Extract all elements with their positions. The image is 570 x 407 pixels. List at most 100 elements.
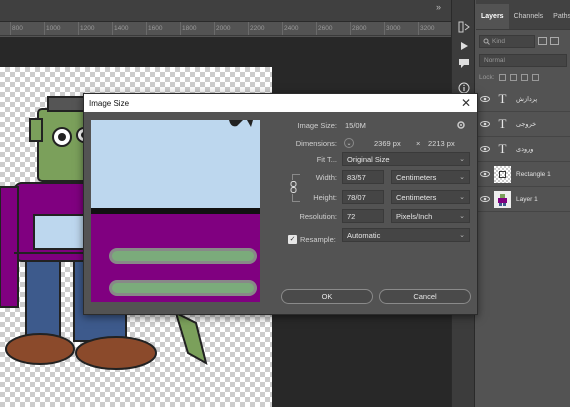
ruler-tick-label: 2400 xyxy=(284,25,299,32)
resolution-input[interactable]: 72 xyxy=(342,209,384,223)
visibility-eye-icon[interactable] xyxy=(476,196,494,202)
ruler-tick-mark xyxy=(78,22,79,35)
ruler-tick-label: 1000 xyxy=(46,25,61,32)
width-input[interactable]: 83/57 xyxy=(342,170,384,184)
close-icon[interactable]: ✕ xyxy=(461,96,471,110)
resample-label: Resample: xyxy=(300,235,336,244)
ruler-tick-label: 3200 xyxy=(420,25,435,32)
collapse-panels-icon[interactable]: » xyxy=(436,2,441,12)
image-size-dialog: Image Size ✕ Image Size: 15/0M Dimension… xyxy=(83,93,478,315)
ruler-tick-mark xyxy=(384,22,385,35)
fit-to-value: Original Size xyxy=(347,154,390,164)
layer-name: پردازش xyxy=(516,96,538,103)
ruler-tick-mark xyxy=(180,22,181,35)
ruler-tick-mark xyxy=(10,22,11,35)
layer-name: خروجی xyxy=(516,121,537,128)
ok-button[interactable]: OK xyxy=(281,289,373,304)
text-layer-icon: T xyxy=(498,91,507,106)
layer-row[interactable]: Layer 1 xyxy=(476,187,570,212)
dialog-title: Image Size xyxy=(89,98,130,108)
resample-checkbox[interactable]: ✓ xyxy=(288,235,297,244)
ruler-tick-label: 1600 xyxy=(148,25,163,32)
tab-channels[interactable]: Channels xyxy=(509,13,549,29)
comment-icon[interactable] xyxy=(455,54,473,72)
ruler-tick-mark xyxy=(282,22,283,35)
lock-transparency-icon[interactable] xyxy=(498,73,506,81)
dimensions-label: Dimensions: xyxy=(295,139,337,148)
lock-row: Lock: xyxy=(479,71,568,83)
shape-layer-thumbnail xyxy=(494,165,511,183)
ruler-tick-label: 1800 xyxy=(182,25,197,32)
resample-select[interactable]: Automatic ⌄ xyxy=(342,228,470,242)
tab-layers[interactable]: Layers xyxy=(476,4,509,29)
ruler-tick-label: 2200 xyxy=(250,25,265,32)
lock-label: Lock: xyxy=(479,73,495,81)
height-input[interactable]: 78/07 xyxy=(342,190,384,204)
lock-artboard-icon[interactable] xyxy=(531,73,539,81)
search-icon xyxy=(483,38,490,45)
image-size-value: 15/0M xyxy=(345,121,366,130)
layer-row[interactable]: Rectangle 1 xyxy=(476,162,570,187)
play-action-icon[interactable] xyxy=(455,37,473,55)
ruler-tick-mark xyxy=(146,22,147,35)
ruler-tick-mark xyxy=(44,22,45,35)
ruler-tick-mark xyxy=(418,22,419,35)
kind-filter-select[interactable]: Kind xyxy=(479,34,535,48)
text-layer-icon: T xyxy=(498,116,507,131)
panel-tabs: Layers Channels Paths xyxy=(476,0,570,30)
fit-to-select[interactable]: Original Size ⌄ xyxy=(342,152,470,166)
image-filter-icon[interactable] xyxy=(538,37,547,45)
layer-row[interactable]: T پردازش xyxy=(476,87,570,112)
image-preview[interactable] xyxy=(91,120,260,302)
options-bar: » xyxy=(0,0,451,22)
ruler-tick-mark xyxy=(214,22,215,35)
dialog-title-bar: Image Size ✕ xyxy=(84,94,477,112)
layer-name: Rectangle 1 xyxy=(516,170,551,178)
ruler-tick-mark xyxy=(248,22,249,35)
visibility-eye-icon[interactable] xyxy=(476,121,494,127)
ruler-tick-label: 3000 xyxy=(386,25,401,32)
settings-gear-icon[interactable] xyxy=(456,120,468,130)
height-label: Height: xyxy=(313,193,337,202)
layer-name: Layer 1 xyxy=(516,195,538,203)
layer-filter-bar: Kind xyxy=(479,34,568,48)
fit-to-label: Fit T... xyxy=(316,155,337,164)
dimensions-width: 2369 px xyxy=(374,139,401,148)
adjustment-filter-icon[interactable] xyxy=(550,37,559,45)
layers-panel: Layers Channels Paths Kind Normal Lock: … xyxy=(476,0,570,407)
layer-row[interactable]: T خروجی xyxy=(476,112,570,137)
lock-image-icon[interactable] xyxy=(509,73,517,81)
chevron-down-icon: ⌄ xyxy=(459,213,465,220)
cancel-button[interactable]: Cancel xyxy=(379,289,471,304)
ruler-tick-label: 1200 xyxy=(80,25,95,32)
height-unit-value: Centimeters xyxy=(396,192,437,202)
visibility-eye-icon[interactable] xyxy=(476,96,494,102)
chevron-down-icon: ⌄ xyxy=(459,156,465,163)
blend-mode-select[interactable]: Normal xyxy=(479,54,567,67)
visibility-eye-icon[interactable] xyxy=(476,146,494,152)
ruler-tick-mark xyxy=(316,22,317,35)
ruler-tick-label: 2600 xyxy=(318,25,333,32)
ruler-tick-label: 2000 xyxy=(216,25,231,32)
width-label: Width: xyxy=(315,173,337,182)
resolution-unit-select[interactable]: Pixels/Inch ⌄ xyxy=(391,209,470,223)
ruler-tick-label: 2800 xyxy=(352,25,367,32)
layer-row[interactable]: T ورودی xyxy=(476,137,570,162)
resolution-unit-value: Pixels/Inch xyxy=(396,211,433,221)
resolution-label: Resolution: xyxy=(299,212,337,221)
dimensions-menu-chevron-icon[interactable]: ⌄ xyxy=(344,138,354,148)
height-unit-select[interactable]: Centimeters ⌄ xyxy=(391,190,470,204)
visibility-eye-icon[interactable] xyxy=(476,171,494,177)
image-layer-thumbnail xyxy=(494,190,511,208)
tab-paths[interactable]: Paths xyxy=(548,13,570,29)
dimensions-separator: × xyxy=(416,139,421,148)
history-icon[interactable] xyxy=(455,18,473,36)
lock-position-icon[interactable] xyxy=(520,73,528,81)
ruler-tick-label: 800 xyxy=(12,25,23,32)
width-unit-select[interactable]: Centimeters ⌄ xyxy=(391,170,470,184)
constrain-proportions-link-icon[interactable] xyxy=(288,180,298,194)
horizontal-ruler: 800 1000 1200 1400 1600 1800 2000 2200 2400 2600 2… xyxy=(0,22,451,36)
chevron-down-icon: ⌄ xyxy=(459,174,465,181)
chevron-down-icon: ⌄ xyxy=(459,194,465,201)
resample-value: Automatic xyxy=(347,230,381,240)
